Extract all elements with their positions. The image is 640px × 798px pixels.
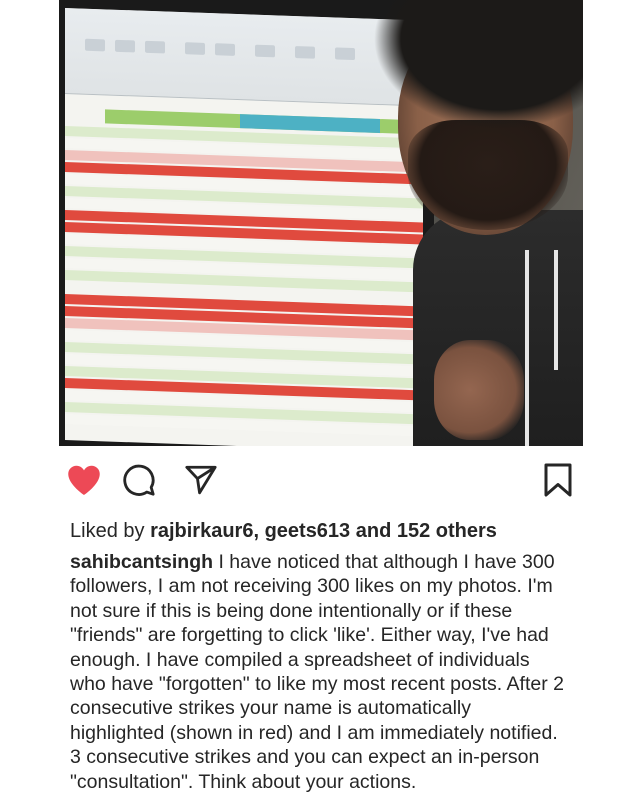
comment-button[interactable] — [119, 460, 159, 500]
spreadsheet-ribbon — [65, 8, 423, 107]
save-button[interactable] — [538, 460, 578, 500]
post-actions — [64, 460, 584, 510]
liked-by-others[interactable]: and 152 others — [356, 520, 497, 542]
heart-icon — [68, 465, 100, 495]
like-button[interactable] — [64, 460, 104, 500]
beard — [408, 120, 568, 230]
sheet-header-columns — [240, 114, 380, 134]
spreadsheet-screen — [65, 8, 423, 446]
hoodie-cord — [554, 250, 558, 370]
hair — [373, 0, 583, 130]
liked-by-users[interactable]: rajbirkaur6, geets613 — [150, 520, 350, 542]
share-button[interactable] — [181, 460, 221, 500]
paper-plane-icon — [185, 465, 217, 495]
comment-icon — [123, 464, 155, 496]
likes-summary: Liked by rajbirkaur6, geets613 and 152 o… — [70, 520, 497, 543]
caption-username[interactable]: sahibcantsingh — [70, 551, 213, 573]
liked-by-prefix: Liked by — [70, 520, 145, 542]
hand — [434, 340, 524, 440]
hoodie-cord — [525, 250, 529, 446]
post-caption: sahibcantsingh I have noticed that altho… — [70, 550, 570, 796]
caption-text: I have noticed that although I have 300 … — [70, 551, 564, 793]
bookmark-icon — [544, 463, 572, 497]
post-photo[interactable] — [59, 0, 583, 446]
